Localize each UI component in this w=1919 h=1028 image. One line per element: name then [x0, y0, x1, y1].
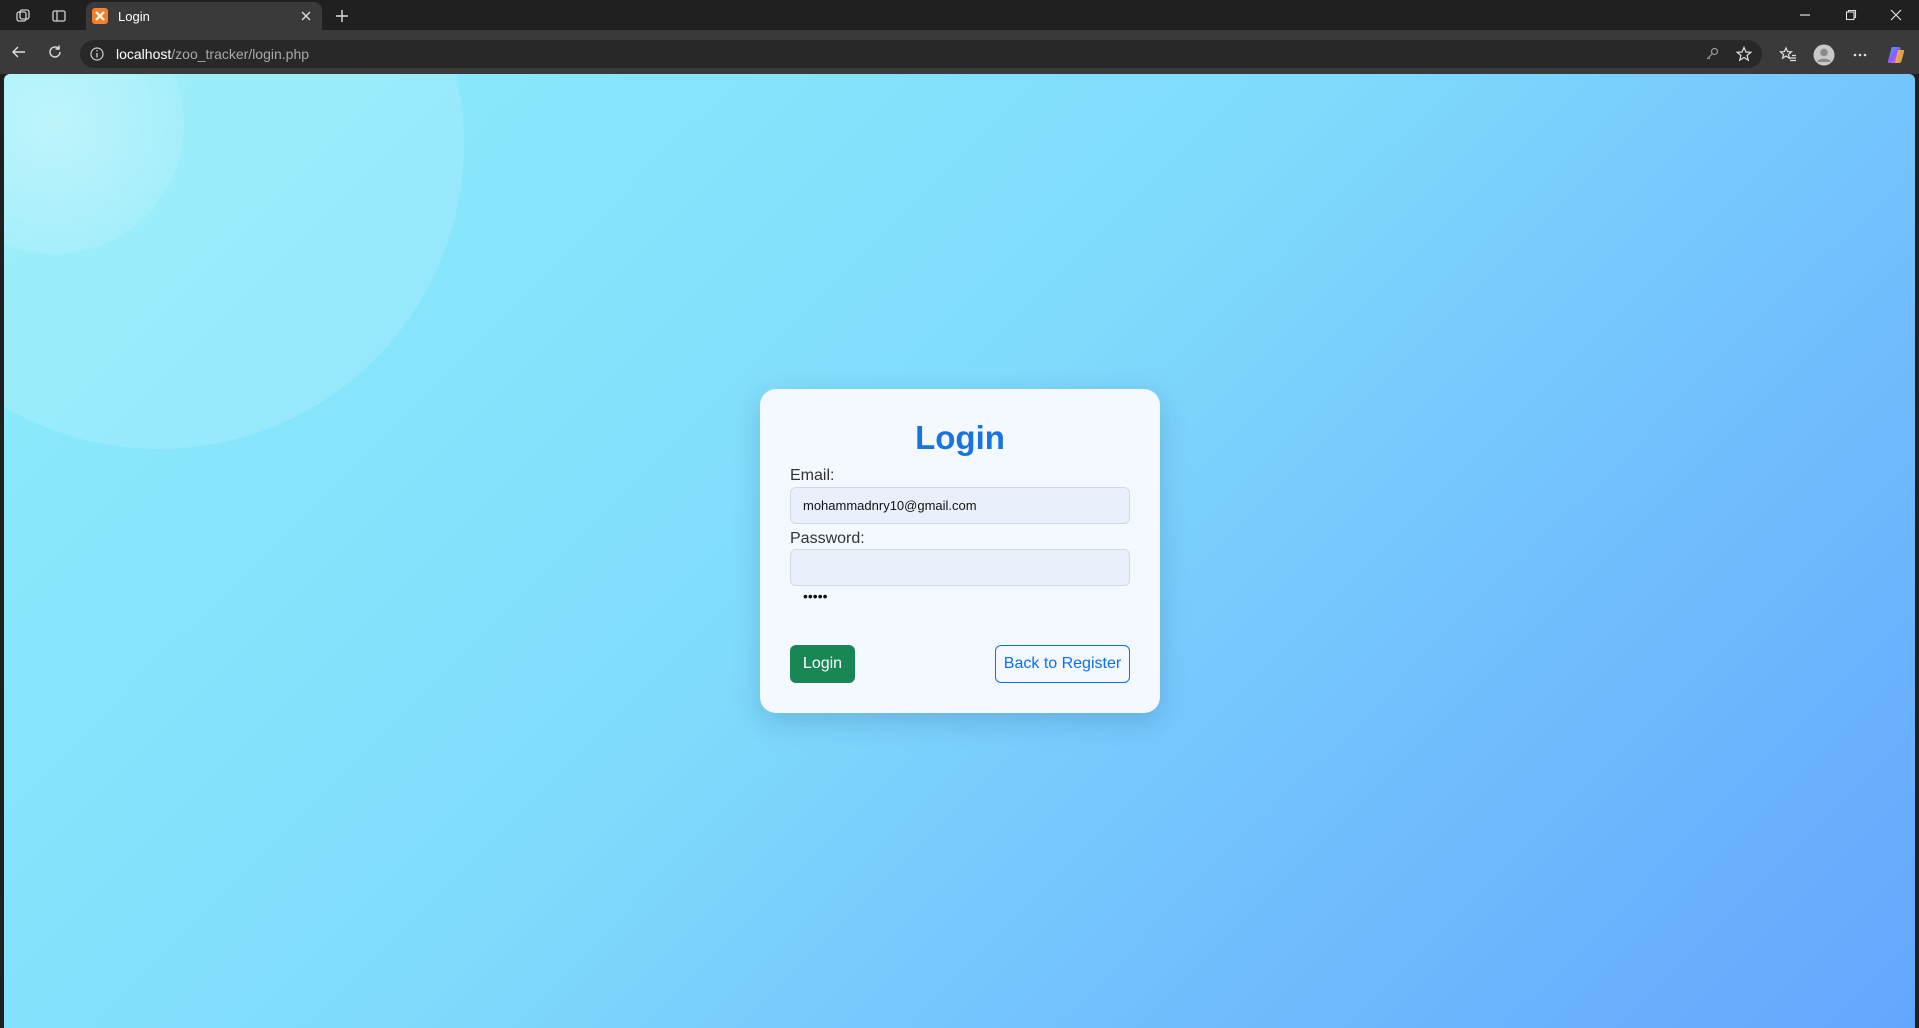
- more-icon[interactable]: [1848, 43, 1872, 67]
- tab-actions-icon[interactable]: [49, 6, 69, 26]
- back-to-register-button[interactable]: Back to Register: [995, 645, 1130, 683]
- minimize-icon[interactable]: [1782, 0, 1828, 30]
- profile-icon[interactable]: [1812, 43, 1836, 67]
- plus-icon[interactable]: [332, 6, 352, 26]
- copilot-icon[interactable]: [1884, 43, 1908, 67]
- active-tab[interactable]: Login: [86, 2, 322, 30]
- page-viewport: Login Email: Password: ••••• Login Back …: [4, 74, 1915, 1028]
- refresh-icon[interactable]: [43, 40, 67, 64]
- restore-icon[interactable]: [1828, 0, 1874, 30]
- tab-title: Login: [118, 8, 150, 24]
- login-card: Login Email: Password: ••••• Login Back …: [760, 389, 1160, 713]
- window-close-icon[interactable]: [1873, 0, 1919, 30]
- back-arrow-icon[interactable]: [7, 40, 31, 64]
- page-title: Login: [915, 419, 1005, 456]
- password-mask: •••••: [803, 588, 828, 604]
- workspaces-icon[interactable]: [13, 6, 33, 26]
- url-text: localhost/zoo_tracker/login.php: [116, 46, 310, 62]
- star-icon[interactable]: [1734, 44, 1754, 64]
- email-field[interactable]: [790, 487, 1130, 524]
- login-button[interactable]: Login: [790, 645, 855, 683]
- info-icon[interactable]: [88, 45, 106, 63]
- password-field[interactable]: [790, 549, 1130, 586]
- tab-bar: Login: [0, 0, 1919, 30]
- xampp-favicon-icon: [92, 8, 108, 24]
- email-label: Email:: [790, 467, 835, 484]
- favorites-icon[interactable]: [1776, 43, 1800, 67]
- close-icon[interactable]: [296, 6, 316, 26]
- address-bar[interactable]: localhost/zoo_tracker/login.php: [80, 40, 1762, 68]
- password-label: Password:: [790, 530, 865, 547]
- key-icon[interactable]: [1702, 44, 1722, 64]
